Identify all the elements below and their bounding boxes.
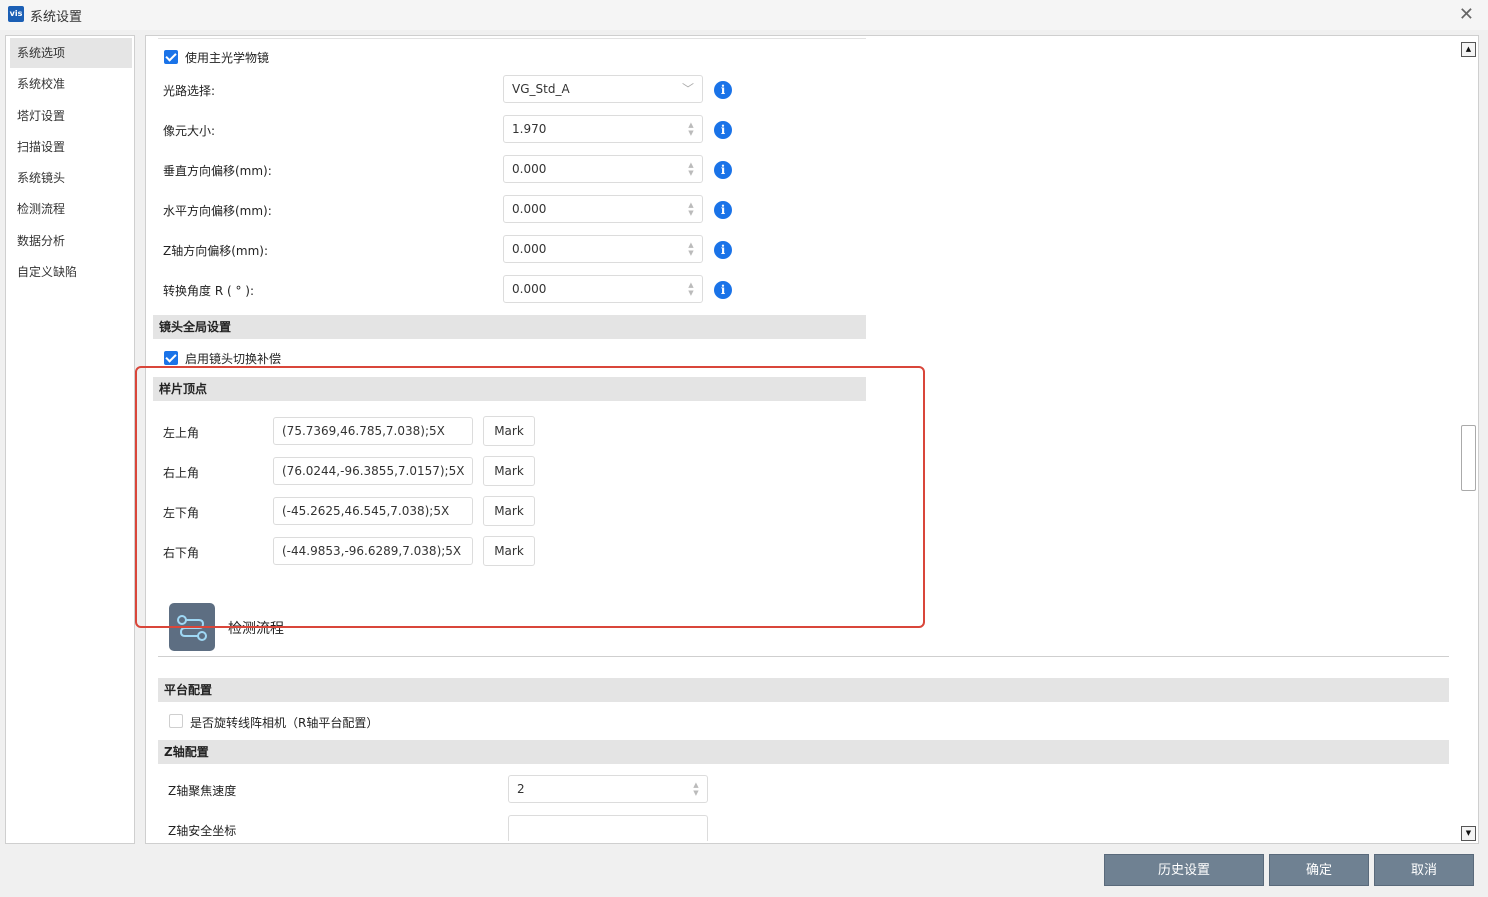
z-offset-spinbox[interactable]: 0.000 ▲ ▼ [503, 235, 703, 263]
vertex-label-top-left: 左上角 [163, 426, 200, 440]
field-label-vertical-offset: 垂直方向偏移(mm): [163, 164, 272, 178]
info-icon[interactable]: i [714, 241, 732, 259]
app-logo-icon: vis [8, 6, 24, 22]
sidebar-item-detection-flow[interactable]: 检测流程 [10, 194, 132, 224]
scroll-down-button[interactable]: ▼ [1461, 826, 1476, 841]
info-icon[interactable]: i [714, 201, 732, 219]
vertical-offset-value: 0.000 [512, 162, 547, 176]
ok-button[interactable]: 确定 [1269, 854, 1369, 886]
field-label-optical-path: 光路选择: [163, 84, 216, 98]
sidebar-item-lens[interactable]: 系统镜头 [10, 163, 132, 193]
spin-arrows-icon[interactable]: ▲ ▼ [686, 121, 696, 137]
use-main-objective-label: 使用主光学物镜 [185, 51, 270, 65]
field-label-z-offset: Z轴方向偏移(mm): [163, 244, 269, 258]
rotation-angle-value: 0.000 [512, 282, 547, 296]
spin-arrows-icon[interactable]: ▲ ▼ [691, 781, 701, 797]
section-z-axis: Z轴配置 [158, 740, 1449, 764]
sidebar-item-calibration[interactable]: 系统校准 [10, 69, 132, 99]
spin-arrows-icon[interactable]: ▲ ▼ [686, 281, 696, 297]
sidebar-item-system-options[interactable]: 系统选项 [10, 38, 132, 68]
z-offset-value: 0.000 [512, 242, 547, 256]
chevron-down-icon: ﹀ [681, 82, 694, 96]
section-platform: 平台配置 [158, 678, 1449, 702]
section-lens-global: 镜头全局设置 [153, 315, 866, 339]
section-sample-vertices: 样片顶点 [153, 377, 866, 401]
sidebar-item-scan[interactable]: 扫描设置 [10, 132, 132, 162]
sidebar-item-custom-defect[interactable]: 自定义缺陷 [10, 257, 132, 287]
rotation-angle-spinbox[interactable]: 0.000 ▲ ▼ [503, 275, 703, 303]
vertical-scrollbar[interactable]: ▲ ▼ [1461, 38, 1476, 841]
vertex-bottom-right-input[interactable]: (-44.9853,-96.6289,7.038);5X [273, 537, 473, 565]
lens-switch-comp-label: 启用镜头切换补偿 [185, 352, 282, 366]
title-bar: vis 系统设置 ✕ [0, 0, 1488, 30]
optical-path-value: VG_Std_A [512, 82, 570, 96]
sidebar-item-tower-light[interactable]: 塔灯设置 [10, 101, 132, 131]
field-label-pixel-size: 像元大小: [163, 124, 216, 138]
optical-path-dropdown[interactable]: VG_Std_A ﹀ [503, 75, 703, 103]
rotate-camera-checkbox[interactable] [169, 714, 183, 728]
spin-arrows-icon[interactable]: ▲ ▼ [686, 161, 696, 177]
detection-flow-title: 检测流程 [228, 621, 284, 637]
lens-switch-comp-checkbox[interactable] [164, 351, 178, 365]
window-title: 系统设置 [30, 10, 83, 25]
vertex-label-bottom-left: 左下角 [163, 506, 200, 520]
vertex-label-bottom-right: 右下角 [163, 546, 200, 560]
top-divider [158, 38, 866, 39]
field-label-horizontal-offset: 水平方向偏移(mm): [163, 204, 272, 218]
sidebar-item-data-analysis[interactable]: 数据分析 [10, 226, 132, 256]
footer-bar [0, 848, 1488, 897]
z-focus-speed-value: 2 [517, 782, 525, 796]
mark-button-top-right[interactable]: Mark [483, 456, 535, 486]
field-label-rotation-angle: 转换角度 R ( ° ): [163, 284, 255, 298]
close-icon[interactable]: ✕ [1459, 4, 1474, 25]
scroll-thumb[interactable] [1461, 425, 1476, 491]
z-focus-speed-spinbox[interactable]: 2 ▲ ▼ [508, 775, 708, 803]
info-icon[interactable]: i [714, 161, 732, 179]
history-settings-button[interactable]: 历史设置 [1104, 854, 1264, 886]
mark-button-bottom-left[interactable]: Mark [483, 496, 535, 526]
info-icon[interactable]: i [714, 121, 732, 139]
horizontal-offset-spinbox[interactable]: 0.000 ▲ ▼ [503, 195, 703, 223]
spin-arrows-icon[interactable]: ▲ ▼ [686, 241, 696, 257]
sidebar: 系统选项 系统校准 塔灯设置 扫描设置 系统镜头 检测流程 数据分析 自定义缺陷 [5, 35, 135, 844]
mark-button-top-left[interactable]: Mark [483, 416, 535, 446]
info-icon[interactable]: i [714, 81, 732, 99]
flow-route-icon [177, 601, 207, 641]
vertical-offset-spinbox[interactable]: 0.000 ▲ ▼ [503, 155, 703, 183]
info-icon[interactable]: i [714, 281, 732, 299]
vertex-top-left-input[interactable]: (75.7369,46.785,7.038);5X [273, 417, 473, 445]
z-safe-coord-input[interactable] [508, 815, 708, 841]
detection-flow-icon [169, 601, 215, 651]
vertex-label-top-right: 右上角 [163, 466, 200, 480]
spin-arrows-icon[interactable]: ▲ ▼ [686, 201, 696, 217]
vertex-top-right-input[interactable]: (76.0244,-96.3855,7.0157);5X [273, 457, 473, 485]
pixel-size-spinbox[interactable]: 1.970 ▲ ▼ [503, 115, 703, 143]
vertex-bottom-left-input[interactable]: (-45.2625,46.545,7.038);5X [273, 497, 473, 525]
pixel-size-value: 1.970 [512, 122, 547, 136]
rotate-camera-label: 是否旋转线阵相机（R轴平台配置） [190, 716, 379, 730]
z-focus-speed-label: Z轴聚焦速度 [168, 784, 237, 798]
horizontal-offset-value: 0.000 [512, 202, 547, 216]
mark-button-bottom-right[interactable]: Mark [483, 536, 535, 566]
cancel-button[interactable]: 取消 [1374, 854, 1474, 886]
section-divider [158, 656, 1449, 657]
z-safe-coord-label: Z轴安全坐标 [168, 824, 237, 838]
use-main-objective-checkbox[interactable] [164, 50, 178, 64]
scroll-up-button[interactable]: ▲ [1461, 42, 1476, 57]
